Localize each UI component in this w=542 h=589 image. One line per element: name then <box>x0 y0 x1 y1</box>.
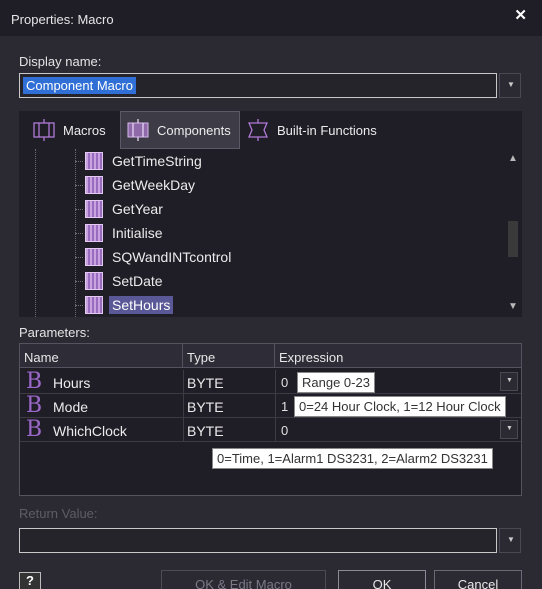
macro-tree[interactable]: GetTimeString GetWeekDay GetYear Initial… <box>19 149 522 317</box>
display-name-dropdown-button[interactable]: ▼ <box>499 73 521 98</box>
tree-scrollbar[interactable]: ▲ ▼ <box>504 149 522 317</box>
mode-tooltip: 0=24 Hour Clock, 1=12 Hour Clock <box>294 396 506 417</box>
scrollbar-thumb[interactable] <box>508 221 518 257</box>
parameter-type: BYTE <box>187 423 224 439</box>
tab-built-in-functions-label: Built-in Functions <box>277 122 377 138</box>
close-icon[interactable]: ✕ <box>514 6 527 24</box>
tree-item-label: GetWeekDay <box>112 177 195 193</box>
tree-item-label: GetTimeString <box>112 153 202 169</box>
ok-edit-macro-button[interactable]: OK & Edit Macro <box>161 570 326 589</box>
component-macro-icon <box>85 200 103 218</box>
return-value-field[interactable] <box>19 528 497 553</box>
components-icon <box>125 119 151 141</box>
help-icon[interactable]: ? <box>19 572 41 589</box>
tree-item-get-time-string[interactable]: GetTimeString <box>75 150 205 172</box>
parameter-row-hours[interactable]: B Hours BYTE 0 ▼ <box>20 369 521 394</box>
title-bar: Properties: Macro ✕ <box>0 0 542 36</box>
parameter-expression-input[interactable]: 1 <box>281 399 288 414</box>
parameters-label: Parameters: <box>19 325 90 340</box>
cancel-button[interactable]: Cancel <box>434 570 522 589</box>
hours-range-tooltip: Range 0-23 <box>297 372 375 393</box>
ok-button[interactable]: OK <box>338 570 426 589</box>
chevron-down-icon: ▼ <box>506 377 513 384</box>
component-macro-icon <box>85 272 103 290</box>
expression-dropdown-button[interactable]: ▼ <box>500 372 518 391</box>
component-macro-icon <box>85 152 103 170</box>
scroll-up-icon[interactable]: ▲ <box>508 153 518 164</box>
parameter-type: BYTE <box>187 399 224 415</box>
component-macro-icon <box>85 296 103 314</box>
macros-icon <box>31 119 57 141</box>
window-title: Properties: Macro <box>11 12 114 27</box>
tab-macros-label: Macros <box>63 122 106 138</box>
tab-components[interactable]: Components <box>120 111 240 149</box>
parameter-name: WhichClock <box>53 423 127 439</box>
tree-item-get-week-day[interactable]: GetWeekDay <box>75 174 198 196</box>
chevron-down-icon: ▼ <box>507 535 515 544</box>
tree-item-label: SetHours <box>109 296 174 314</box>
scroll-down-icon[interactable]: ▼ <box>508 301 518 312</box>
parameter-row-whichclock[interactable]: B WhichClock BYTE 0 ▼ <box>20 417 521 442</box>
tree-item-set-date[interactable]: SetDate <box>75 270 166 292</box>
return-value-dropdown-button[interactable]: ▼ <box>499 528 521 553</box>
tree-item-label: Initialise <box>112 225 163 241</box>
builtin-functions-icon <box>245 119 271 141</box>
tab-macros[interactable]: Macros <box>31 111 123 149</box>
display-name-value[interactable]: Component Macro <box>23 77 136 94</box>
tab-built-in-functions[interactable]: Built-in Functions <box>245 111 385 149</box>
tree-item-label: SQWandINTcontrol <box>112 249 232 265</box>
parameter-expression-input[interactable]: 0 <box>281 423 288 438</box>
tree-item-initialise[interactable]: Initialise <box>75 222 166 244</box>
column-header-type[interactable]: Type <box>183 344 275 368</box>
tab-components-label: Components <box>157 122 231 138</box>
component-macro-icon <box>85 224 103 242</box>
column-header-expression[interactable]: Expression <box>275 344 521 368</box>
component-macro-icon <box>85 176 103 194</box>
tree-item-sqwandintcontrol[interactable]: SQWandINTcontrol <box>75 246 234 268</box>
chevron-down-icon: ▼ <box>506 425 513 432</box>
tree-item-label: GetYear <box>112 201 163 217</box>
tree-item-label: SetDate <box>112 273 163 289</box>
parameter-name: Mode <box>53 399 89 415</box>
tree-item-get-year[interactable]: GetYear <box>75 198 166 220</box>
parameter-name: Hours <box>53 375 91 391</box>
tab-bar: Macros Components Built-in Functions <box>19 111 522 149</box>
column-header-name[interactable]: Name <box>20 344 183 368</box>
byte-type-icon: B <box>26 417 43 442</box>
tree-item-set-hours[interactable]: SetHours <box>75 294 174 316</box>
expression-dropdown-button[interactable]: ▼ <box>500 420 518 439</box>
byte-type-icon: B <box>26 369 43 394</box>
parameter-type: BYTE <box>187 375 224 391</box>
byte-type-icon: B <box>26 393 43 418</box>
display-name-label: Display name: <box>19 54 102 69</box>
parameters-table: Name Type Expression B Hours BYTE 0 ▼ B … <box>19 343 522 496</box>
component-macro-icon <box>85 248 103 266</box>
display-name-field[interactable]: Component Macro <box>19 73 497 98</box>
chevron-down-icon: ▼ <box>507 80 515 89</box>
return-value-label: Return Value: <box>19 506 98 521</box>
parameter-expression-input[interactable]: 0 <box>281 375 288 390</box>
whichclock-tooltip: 0=Time, 1=Alarm1 DS3231, 2=Alarm2 DS3231 <box>212 448 493 469</box>
tree-guide-line <box>35 149 36 317</box>
